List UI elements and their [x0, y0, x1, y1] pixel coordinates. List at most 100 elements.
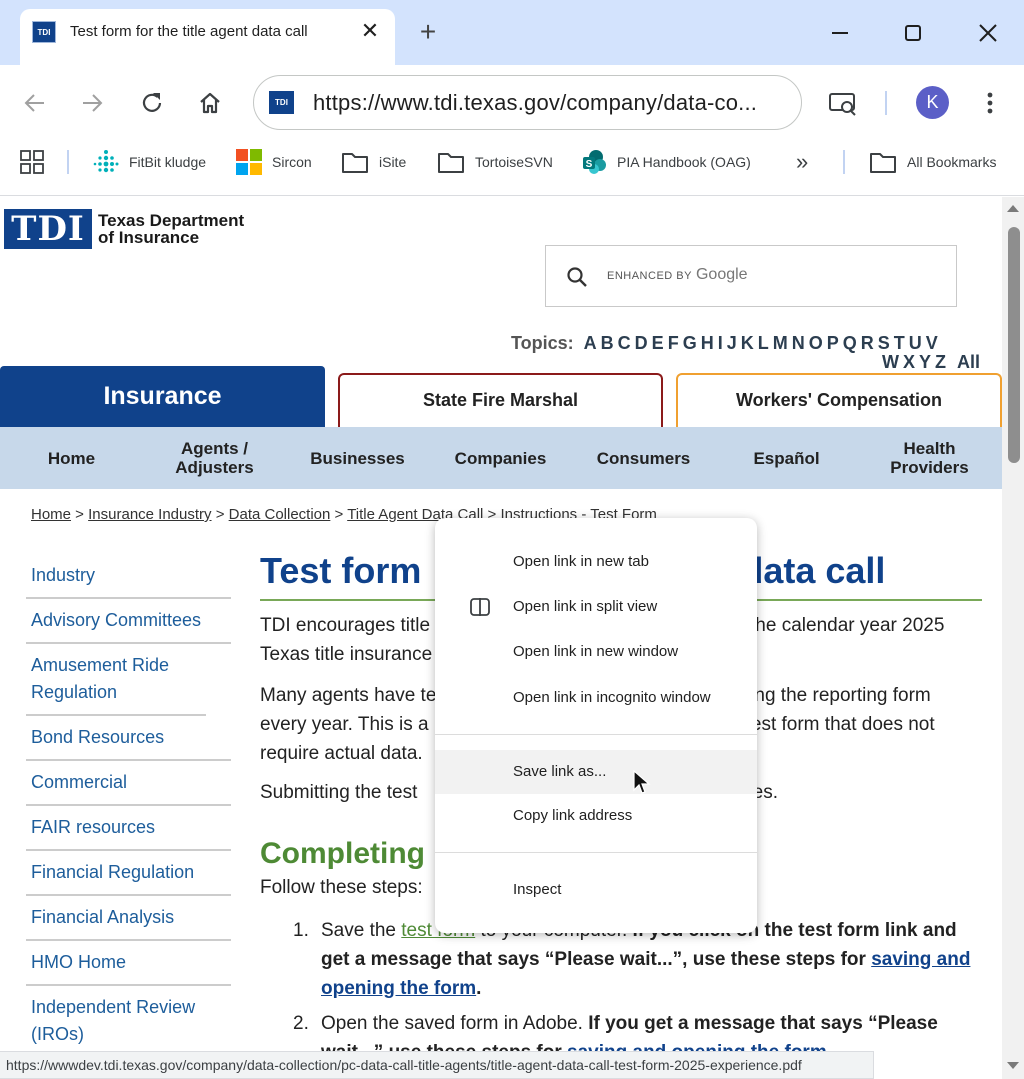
close-window-icon[interactable]: [973, 18, 1003, 48]
tdi-logo-text[interactable]: Texas Department of Insurance: [98, 212, 244, 246]
folder-icon: [342, 153, 368, 173]
bookmark-label: FitBit kludge: [129, 154, 207, 170]
search-icon[interactable]: [566, 266, 588, 288]
topic-letter-c[interactable]: C: [618, 333, 631, 353]
breadcrumb-home[interactable]: Home: [31, 506, 71, 523]
reload-icon[interactable]: [137, 88, 167, 118]
menu-open-new-window[interactable]: Open link in new window: [435, 630, 757, 674]
topic-letter-o[interactable]: O: [809, 333, 823, 353]
topic-letter-v[interactable]: V: [926, 333, 938, 353]
topic-letter-h[interactable]: H: [701, 333, 714, 353]
tdi-logo[interactable]: TDI: [4, 209, 92, 249]
browser-tab[interactable]: TDI Test form for the title agent data c…: [20, 9, 395, 65]
home-icon[interactable]: [195, 88, 225, 118]
topic-letter-y[interactable]: Y: [919, 352, 931, 372]
bookmark-tortoisesvn[interactable]: TortoiseSVN: [437, 145, 553, 179]
topic-letter-i[interactable]: I: [718, 333, 723, 353]
tab-favicon: TDI: [32, 21, 56, 43]
bookmark-sircon[interactable]: Sircon: [236, 145, 312, 179]
topic-letter-q[interactable]: Q: [843, 333, 857, 353]
nav-businesses[interactable]: Businesses: [286, 427, 429, 489]
topic-letter-t[interactable]: T: [894, 333, 905, 353]
topic-letter-r[interactable]: R: [861, 333, 874, 353]
nav-espanol[interactable]: Español: [715, 427, 858, 489]
menu-open-incognito[interactable]: Open link in incognito window: [435, 676, 757, 720]
topic-letter-g[interactable]: G: [683, 333, 697, 353]
tab-state-fire-marshal[interactable]: State Fire Marshal: [338, 373, 663, 427]
back-icon[interactable]: [20, 88, 50, 118]
sidebar-item-advisory-committees[interactable]: Advisory Committees: [26, 599, 231, 644]
menu-open-new-tab[interactable]: Open link in new tab: [435, 540, 757, 584]
topic-letter-j[interactable]: J: [727, 333, 737, 353]
topic-letter-d[interactable]: D: [635, 333, 648, 353]
breadcrumb-insurance-industry[interactable]: Insurance Industry: [88, 506, 211, 523]
sidebar-item-financial-analysis[interactable]: Financial Analysis: [26, 896, 231, 941]
steps-list: 1. Save the test form to your computer. …: [260, 916, 982, 1067]
topic-letter-u[interactable]: U: [909, 333, 922, 353]
forward-icon[interactable]: [77, 88, 107, 118]
menu-separator: [435, 734, 757, 735]
topic-letter-m[interactable]: M: [773, 333, 788, 353]
search-branding: ENHANCED BY Google: [607, 266, 748, 283]
bookmark-pia-handbook[interactable]: S PIA Handbook (OAG): [581, 145, 751, 179]
tab-title: Test form for the title agent data call: [70, 23, 308, 40]
topic-letter-p[interactable]: P: [827, 333, 839, 353]
sidebar-item-amusement-ride-regulation[interactable]: Amusement Ride Regulation: [26, 644, 206, 716]
menu-inspect[interactable]: Inspect: [435, 868, 757, 912]
address-bar[interactable]: TDI https://www.tdi.texas.gov/company/da…: [253, 75, 802, 130]
sidebar-item-industry[interactable]: Industry: [26, 554, 231, 599]
topic-letter-b[interactable]: B: [601, 333, 614, 353]
bookmark-all-bookmarks[interactable]: All Bookmarks: [869, 145, 996, 179]
topic-letter-e[interactable]: E: [652, 333, 664, 353]
sidebar-item-independent-review-iros[interactable]: Independent Review (IROs): [26, 986, 206, 1058]
topics-index: Topics: A B C D E F G H I J K L M N O P Q R S T U V: [511, 333, 938, 353]
address-url[interactable]: https://www.tdi.texas.gov/company/data-c…: [313, 90, 783, 116]
more-bookmarks-icon[interactable]: »: [796, 145, 808, 179]
sidebar-item-fair-resources[interactable]: FAIR resources: [26, 806, 231, 851]
bookmark-fitbit[interactable]: FitBit kludge: [93, 145, 206, 179]
context-menu: Open link in new tab Open link in split …: [435, 518, 757, 933]
topic-letter-n[interactable]: N: [792, 333, 805, 353]
new-tab-icon[interactable]: +: [414, 18, 442, 46]
minimize-icon[interactable]: [825, 18, 855, 48]
topic-letter-l[interactable]: L: [758, 333, 769, 353]
sidebar-item-hmo-home[interactable]: HMO Home: [26, 941, 231, 986]
maximize-icon[interactable]: [898, 18, 928, 48]
nav-consumers[interactable]: Consumers: [572, 427, 715, 489]
close-tab-icon[interactable]: ✕: [358, 19, 382, 43]
scrollbar-thumb[interactable]: [1008, 227, 1020, 463]
bookmark-label: iSite: [379, 154, 407, 170]
scroll-down-icon[interactable]: [1006, 1061, 1020, 1071]
bookmark-label: Sircon: [272, 154, 312, 170]
topic-letter-w[interactable]: W: [882, 352, 899, 372]
bookmark-isite[interactable]: iSite: [341, 145, 406, 179]
sidebar-item-bond-resources[interactable]: Bond Resources: [26, 716, 231, 761]
topic-letter-f[interactable]: F: [668, 333, 679, 353]
apps-grid-icon[interactable]: [20, 145, 54, 179]
nav-home[interactable]: Home: [0, 427, 143, 489]
nav-companies[interactable]: Companies: [429, 427, 572, 489]
nav-health-providers[interactable]: Health Providers: [858, 427, 1001, 489]
zoom-search-icon[interactable]: [828, 88, 858, 118]
bookmarks-divider: [67, 150, 69, 174]
menu-kebab-icon[interactable]: [975, 88, 1005, 118]
scroll-up-icon[interactable]: [1006, 203, 1020, 213]
topic-letter-s[interactable]: S: [878, 333, 890, 353]
profile-avatar[interactable]: K: [916, 86, 949, 119]
site-search-input[interactable]: ENHANCED BY Google: [545, 245, 957, 307]
nav-agents-adjusters[interactable]: Agents / Adjusters: [143, 427, 286, 489]
topic-letter-k[interactable]: K: [741, 333, 754, 353]
menu-open-split-view[interactable]: Open link in split view: [435, 585, 757, 629]
menu-copy-link-address[interactable]: Copy link address: [435, 794, 757, 838]
menu-save-link-as[interactable]: Save link as...: [435, 750, 757, 794]
topic-letter-x[interactable]: X: [903, 352, 915, 372]
tab-insurance[interactable]: Insurance: [0, 366, 325, 427]
page-scrollbar[interactable]: [1002, 197, 1024, 1079]
topic-letter-z[interactable]: Z: [935, 352, 946, 372]
topic-letter-all[interactable]: All: [957, 352, 980, 372]
tab-workers-compensation[interactable]: Workers' Compensation: [676, 373, 1002, 427]
sidebar-item-commercial[interactable]: Commercial: [26, 761, 231, 806]
topic-letter-a[interactable]: A: [584, 333, 597, 353]
sidebar-item-financial-regulation[interactable]: Financial Regulation: [26, 851, 231, 896]
breadcrumb-data-collection[interactable]: Data Collection: [229, 506, 331, 523]
